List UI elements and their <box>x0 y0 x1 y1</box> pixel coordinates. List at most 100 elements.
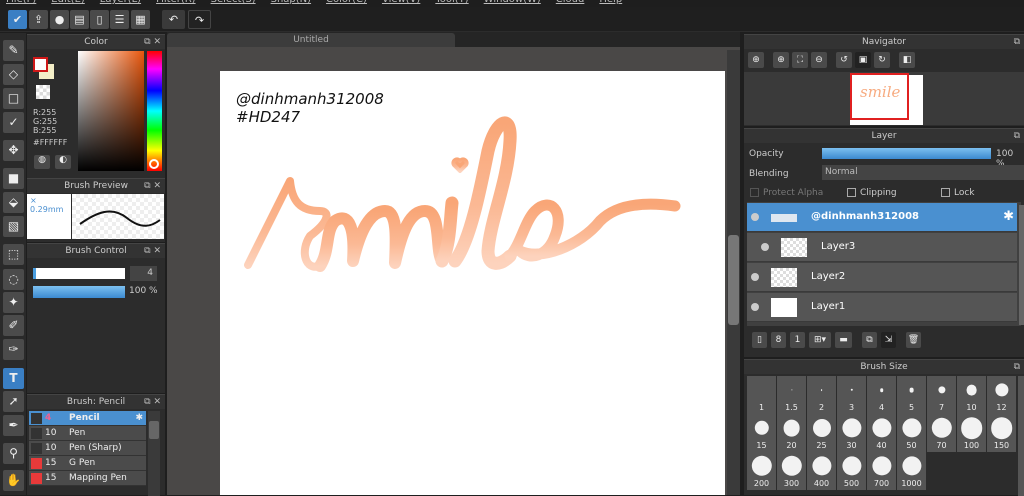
brush-list-item[interactable]: 15 G Pen <box>29 456 146 471</box>
menu-item[interactable]: Layer(L) <box>94 0 150 7</box>
brush-size-preset[interactable]: 1000 <box>897 452 926 490</box>
navigator-viewport-rect[interactable] <box>850 73 909 120</box>
brush-size-preset[interactable]: 10 <box>957 376 986 414</box>
menu-item[interactable]: Filter(R) <box>150 0 205 7</box>
brush-size-preset[interactable]: 100 <box>957 414 986 452</box>
select-eraser-tool-icon[interactable]: ✑ <box>3 339 24 360</box>
canvas-vertical-scrollbar[interactable] <box>727 50 740 495</box>
new-halftone-layer-icon[interactable]: 8 <box>771 332 786 348</box>
canvas[interactable]: @dinhmanh312008 #HD247 <box>220 71 725 495</box>
panel-float-icon[interactable]: ⧉ <box>1014 360 1020 374</box>
select-pen-tool-icon[interactable]: ✐ <box>3 315 24 336</box>
flip-icon[interactable]: ◧ <box>899 52 915 68</box>
text-tool-icon[interactable]: T <box>3 368 24 389</box>
dot-tool-icon[interactable]: □ <box>3 88 24 109</box>
brush-size-preset[interactable]: 7 <box>927 376 956 414</box>
duplicate-layer-icon[interactable]: ⧉ <box>862 332 877 348</box>
brush-size-preset[interactable]: 1 <box>747 376 776 414</box>
brush-size-preset[interactable]: 25 <box>807 414 836 452</box>
panel-float-icon[interactable]: ⧉ <box>1014 35 1020 49</box>
cloud-sync-icon[interactable]: ✔ <box>8 10 27 29</box>
menu-item[interactable]: Color(C) <box>320 0 376 7</box>
panel-float-icon[interactable]: ⧉ <box>1014 129 1020 143</box>
curve-tool-icon[interactable]: ✓ <box>3 112 24 133</box>
visibility-eye-icon[interactable] <box>751 213 759 221</box>
hue-handle[interactable] <box>149 159 159 169</box>
fit-icon[interactable]: ⛶ <box>792 52 808 68</box>
brush-size-preset[interactable]: 70 <box>927 414 956 452</box>
hand-tool-icon[interactable]: ✋ <box>3 470 24 491</box>
redo-button[interactable]: ↷ <box>188 10 211 29</box>
brush-size-value[interactable]: 4 <box>130 266 157 281</box>
new-layer-icon[interactable]: ▯ <box>752 332 767 348</box>
brush-size-preset[interactable]: 40 <box>867 414 896 452</box>
saturation-value-picker[interactable] <box>78 51 144 171</box>
layer-settings-gear-icon[interactable]: ✱ <box>1003 209 1014 224</box>
share-icon[interactable]: ⇪ <box>29 10 48 29</box>
layer-row[interactable]: @dinhmanh312008 ✱ <box>747 203 1017 232</box>
lasso-tool-icon[interactable]: ◌ <box>3 269 24 290</box>
brush-size-preset[interactable]: 20 <box>777 414 806 452</box>
brush-tool-icon[interactable]: ✎ <box>3 40 24 61</box>
brush-size-preset[interactable]: 5 <box>897 376 926 414</box>
layer-row[interactable]: Layer3 <box>747 233 1017 262</box>
comment-icon[interactable]: ▤ <box>70 10 89 29</box>
brush-size-preset[interactable]: 15 <box>747 414 776 452</box>
brush-settings-gear-icon[interactable]: ✱ <box>135 411 143 426</box>
brush-size-preset[interactable]: 3 <box>837 376 866 414</box>
fill-rect-tool-icon[interactable]: ■ <box>3 168 24 189</box>
protect-alpha-checkbox[interactable]: Protect Alpha <box>750 188 823 198</box>
blending-select[interactable]: Normal <box>822 165 1024 180</box>
eraser-tool-icon[interactable]: ◇ <box>3 64 24 85</box>
brush-list-item[interactable]: 4 Pencil ✱ <box>29 411 146 426</box>
hue-slider[interactable] <box>147 51 162 171</box>
brush-size-preset[interactable]: 30 <box>837 414 866 452</box>
gradient-tool-icon[interactable]: ▧ <box>3 216 24 237</box>
magic-wand-tool-icon[interactable]: ✦ <box>3 292 24 313</box>
move-tool-icon[interactable]: ✥ <box>3 140 24 161</box>
undo-button[interactable]: ↶ <box>162 10 185 29</box>
lock-checkbox[interactable]: Lock <box>941 188 975 198</box>
menu-item[interactable]: Window(W) <box>478 0 550 7</box>
brush-size-preset[interactable]: 1.5 <box>777 376 806 414</box>
panel-layout-icon[interactable]: ▦ <box>131 10 150 29</box>
menu-item[interactable]: Edit(E) <box>45 0 94 7</box>
brush-size-preset[interactable]: 300 <box>777 452 806 490</box>
brush-size-preset[interactable]: 50 <box>897 414 926 452</box>
panel-close-icon[interactable]: ⧉ ✕ <box>144 35 161 49</box>
color-mode-icon[interactable]: ◐ <box>55 155 71 169</box>
brush-size-preset[interactable]: 400 <box>807 452 836 490</box>
layer-opacity-slider[interactable] <box>822 148 991 159</box>
rotate-right-icon[interactable]: ↻ <box>874 52 890 68</box>
visibility-eye-icon[interactable] <box>751 303 759 311</box>
panel-close-icon[interactable]: ⧉ ✕ <box>144 179 161 193</box>
layer-list-scrollbar[interactable] <box>1019 205 1024 325</box>
visibility-eye-icon[interactable] <box>761 243 769 251</box>
brush-size-preset[interactable]: 200 <box>747 452 776 490</box>
new-1bit-layer-icon[interactable]: 1 <box>790 332 805 348</box>
clipping-checkbox[interactable]: Clipping <box>847 188 897 198</box>
pen-tool-icon[interactable]: ✒ <box>3 415 24 436</box>
foreground-color-swatch[interactable] <box>33 57 48 72</box>
brush-size-preset[interactable]: 700 <box>867 452 896 490</box>
menu-item[interactable]: View(V) <box>376 0 429 7</box>
brush-list-item[interactable]: 10 Pen (Sharp) <box>29 441 146 456</box>
brush-list-item[interactable]: 10 Pen <box>29 426 146 441</box>
page-manager-icon[interactable]: ☰ <box>110 10 129 29</box>
page-icon[interactable]: ▯ <box>90 10 109 29</box>
zoom-in-icon[interactable]: ⊕ <box>773 52 789 68</box>
brush-list-item[interactable]: 15 Mapping Pen <box>29 471 146 486</box>
brush-list-scrollbar[interactable] <box>148 411 160 496</box>
delete-layer-icon[interactable]: 🗑 <box>906 332 921 348</box>
layer-row[interactable]: Layer2 <box>747 263 1017 292</box>
operation-tool-icon[interactable]: ➚ <box>3 391 24 412</box>
zoom-actual-icon[interactable]: ⊕ <box>748 52 764 68</box>
select-rect-tool-icon[interactable]: ⬚ <box>3 244 24 265</box>
brush-opacity-slider[interactable] <box>33 286 125 298</box>
menu-item[interactable]: File(F) <box>0 0 45 7</box>
speech-bubble-icon[interactable]: ● <box>50 10 69 29</box>
brush-size-preset[interactable]: 500 <box>837 452 866 490</box>
panel-close-icon[interactable]: ⧉ ✕ <box>144 395 161 409</box>
bucket-tool-icon[interactable]: ⬙ <box>3 192 24 213</box>
add-layer-dropdown-icon[interactable]: ⊞▾ <box>809 332 831 348</box>
